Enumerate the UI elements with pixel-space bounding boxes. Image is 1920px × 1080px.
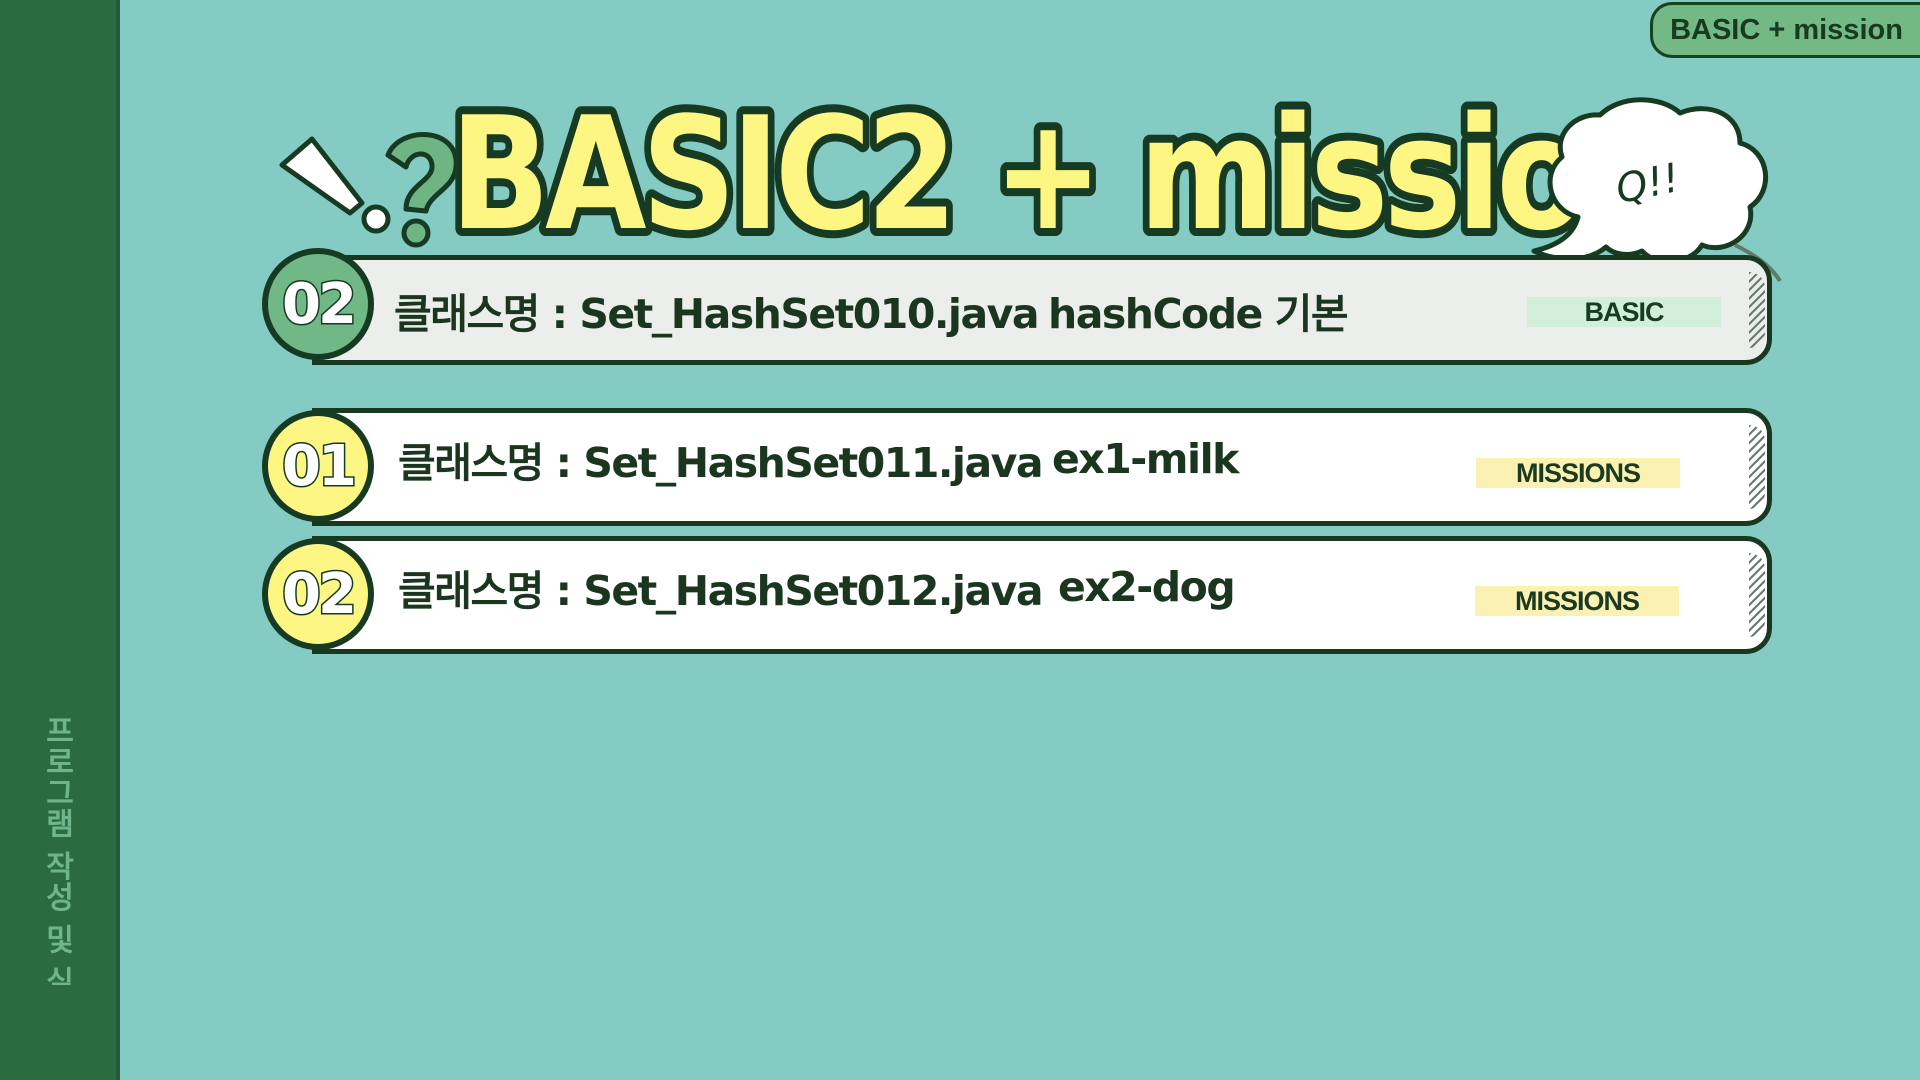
row-badge: MISSIONS (1476, 458, 1680, 488)
sidebar: 프로그램 작성 및 실행 (0, 0, 120, 1080)
list-item-mission: 01 클래스명 : Set_HashSet011.java ex1-milk M… (262, 408, 1772, 526)
page-title-text: BASIC2 + mission (450, 83, 1670, 265)
list-item-mission: 02 클래스명 : Set_HashSet012.java ex2-dog MI… (262, 536, 1772, 654)
row-class-label: 클래스명 : Set_HashSet010.java (394, 290, 1040, 338)
row-number-badge: 02 (262, 538, 374, 650)
row-number-badge: 02 (262, 248, 374, 360)
section-tag: BASIC + mission (1650, 2, 1920, 58)
row-topic: ex2-dog (1058, 563, 1236, 611)
sidebar-label: 프로그램 작성 및 실행 (39, 715, 74, 985)
row-topic: hashCode 기본 (1048, 290, 1349, 338)
row-number-badge: 01 (262, 410, 374, 522)
row-badge: MISSIONS (1475, 586, 1679, 616)
list-item-basic: 02 클래스명 : Set_HashSet010.java hashCode 기… (262, 248, 1772, 370)
row-topic: ex1-milk (1052, 435, 1239, 483)
row-class-label: 클래스명 : Set_HashSet011.java (398, 439, 1044, 487)
row-class-label: 클래스명 : Set_HashSet012.java (398, 567, 1044, 615)
row-badge: BASIC (1527, 297, 1721, 327)
